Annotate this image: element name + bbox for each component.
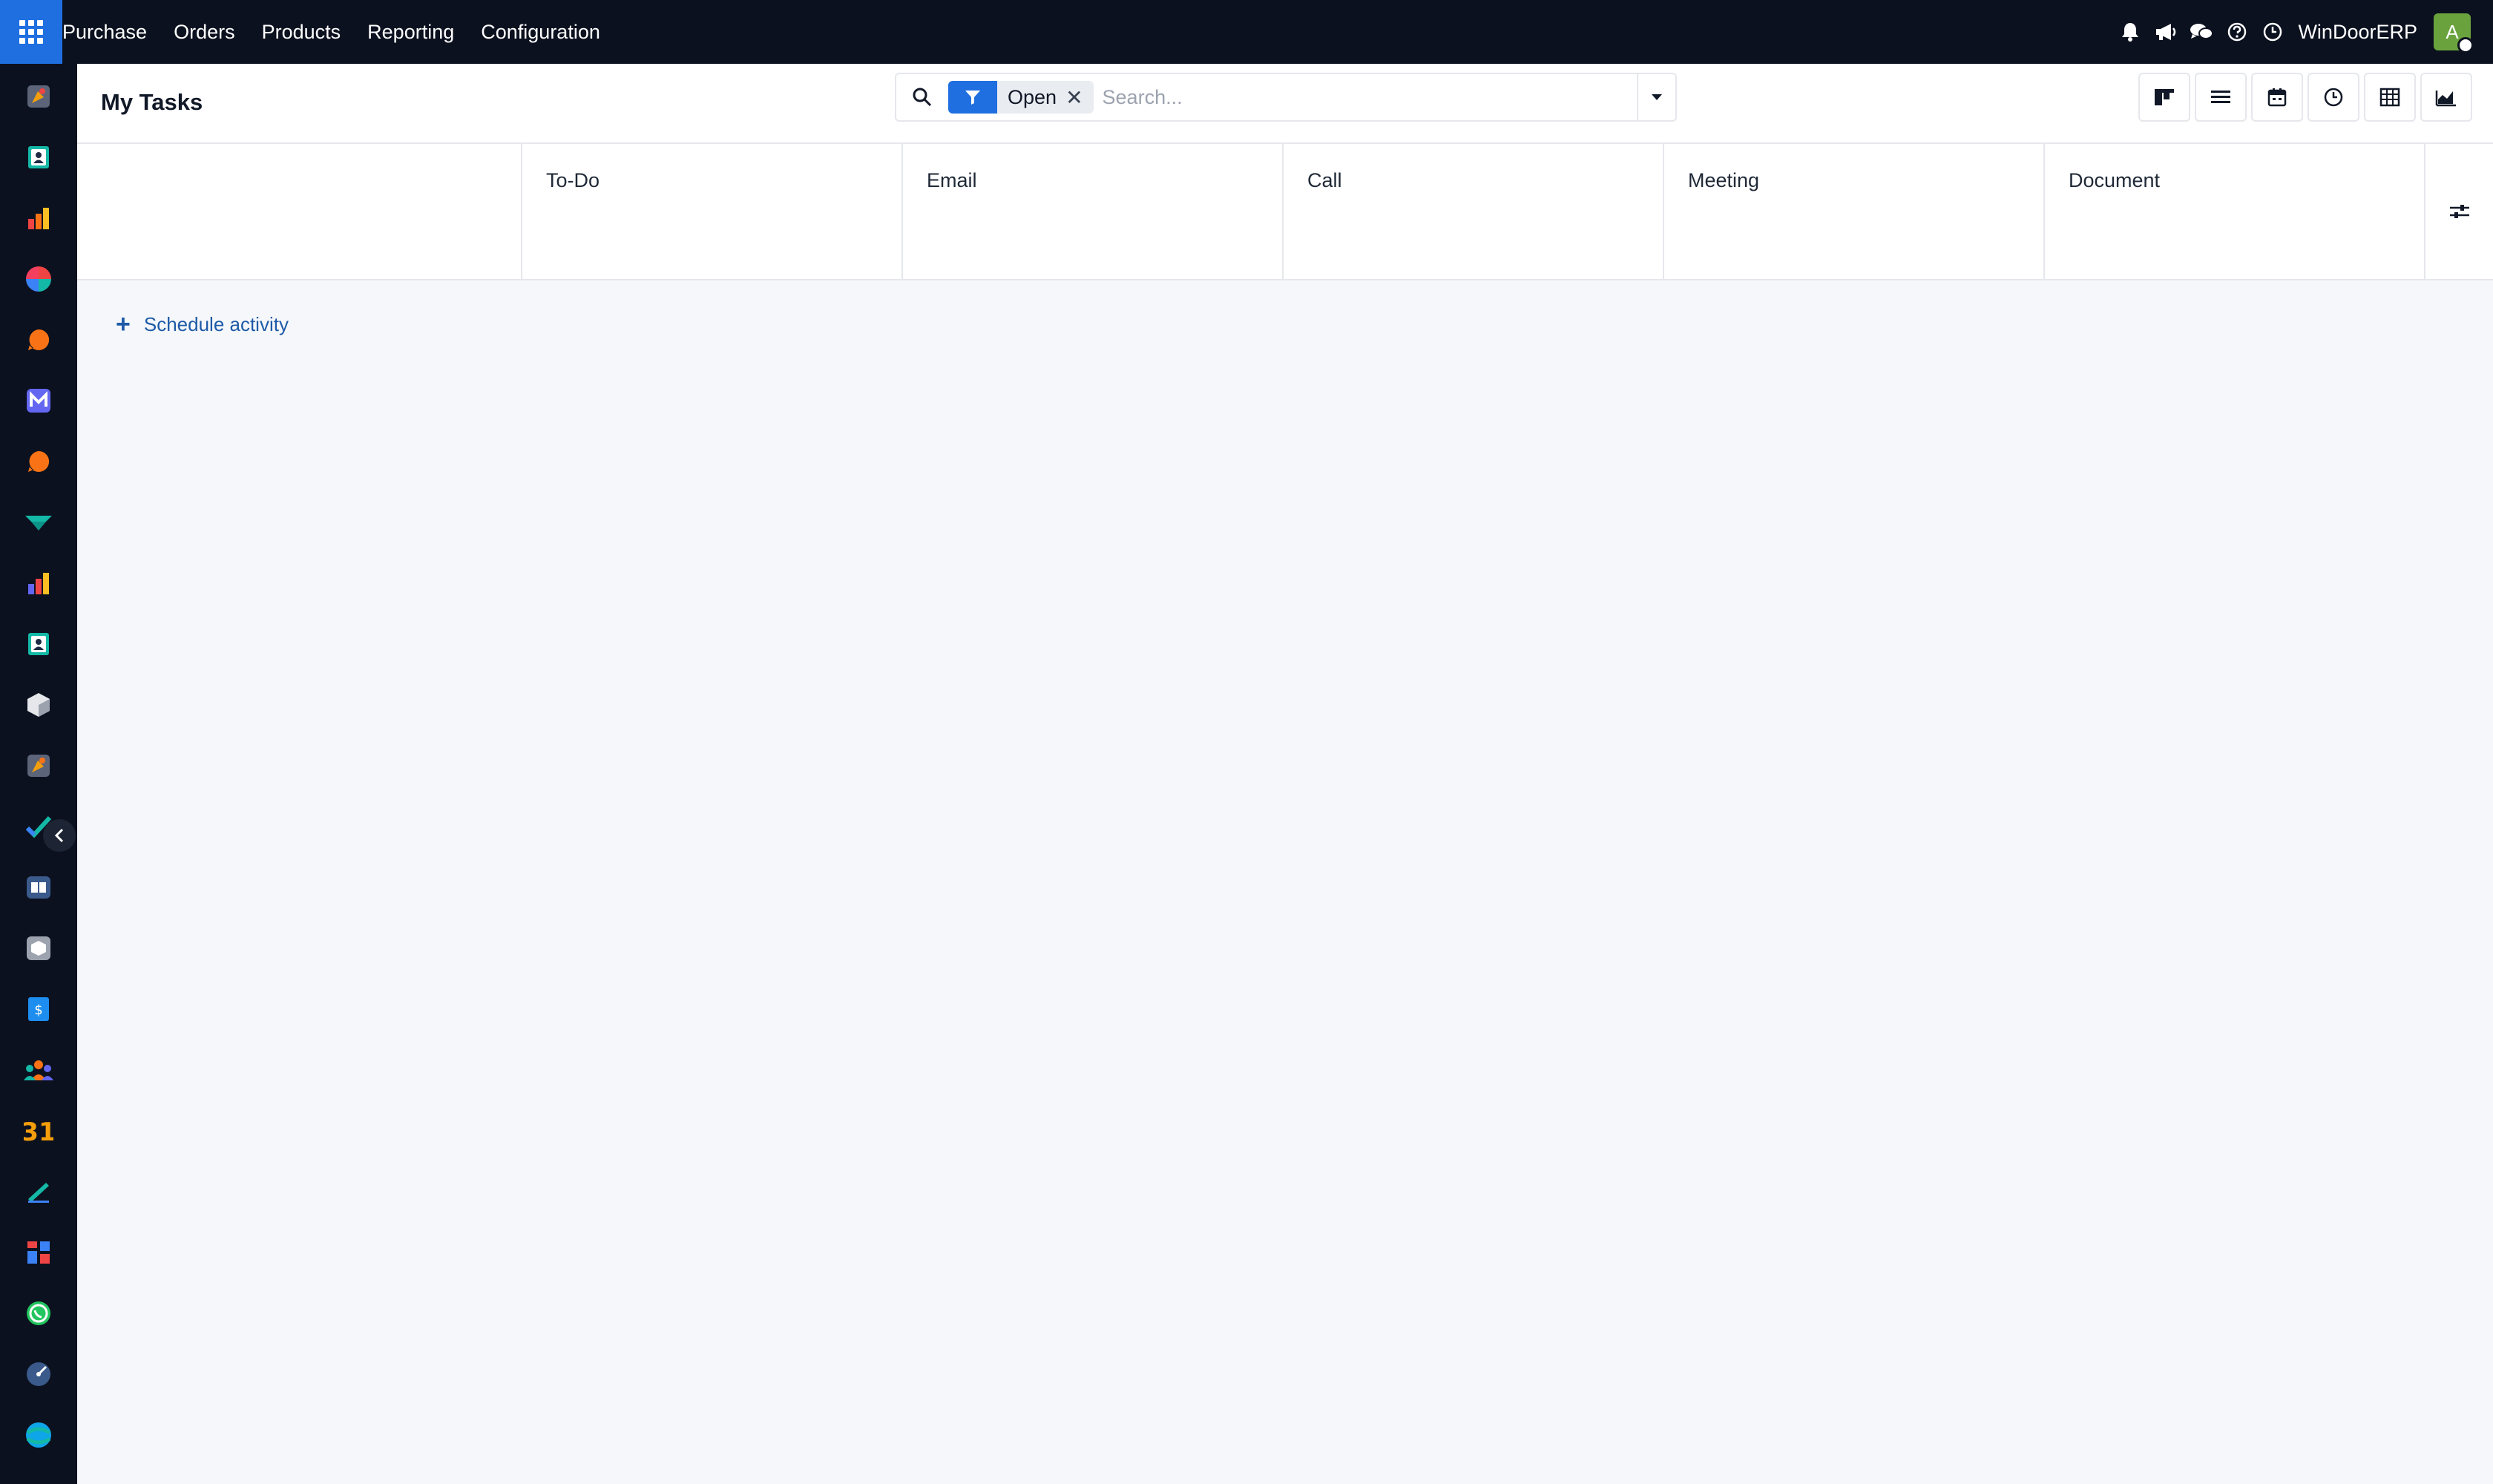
studio-app-icon[interactable] [22,1419,55,1451]
megaphone-icon[interactable] [2148,0,2184,64]
svg-text:$: $ [34,1002,42,1018]
sales-app-icon[interactable] [22,567,55,600]
remove-facet-icon[interactable]: ✕ [1065,81,1093,114]
status-dot [2457,37,2474,53]
menu-purchase[interactable]: Purchase [62,0,160,64]
systray: WinDoorERP A [2112,0,2493,64]
schedule-activity-label: Schedule activity [143,312,289,335]
sliders-icon [2449,205,2469,218]
reporting-app-icon[interactable] [22,202,55,234]
user-avatar[interactable]: A [2434,13,2474,53]
filter-facet: Open ✕ [948,81,1094,114]
calendar-app-icon[interactable]: 31 [22,1114,55,1147]
discuss-app-icon[interactable] [22,324,55,356]
calendar-view-icon[interactable] [2251,73,2303,122]
dashboard-app-icon[interactable] [22,263,55,295]
avatar-initial: A [2446,20,2459,43]
page-title: My Tasks [101,89,203,115]
schedule-activity-link[interactable]: + Schedule activity [116,312,289,337]
caret-down-icon [1652,94,1662,100]
app-sidebar: $ 31 [0,64,77,1484]
top-navbar: Purchase Orders Products Reporting Confi… [0,0,2493,64]
inventory-app-icon[interactable] [22,689,55,721]
column-settings-button[interactable] [2425,144,2493,279]
list-view-icon[interactable] [2195,73,2247,122]
website-app-icon[interactable] [22,1236,55,1269]
time-off-app-icon[interactable] [22,1358,55,1391]
barcode-app-icon[interactable] [22,932,55,965]
kanban-view-icon[interactable] [2138,73,2190,122]
menu-orders[interactable]: Orders [160,0,249,64]
employees-app-icon[interactable] [22,628,55,660]
pivot-view-icon[interactable] [2364,73,2416,122]
plus-icon: + [116,310,131,338]
help-icon[interactable] [2219,0,2255,64]
chevron-left-icon [54,828,64,843]
notes-app-icon[interactable] [22,1175,55,1208]
column-document[interactable]: Document [2045,144,2425,279]
knowledge-app-icon[interactable] [22,871,55,904]
search-bar: Open ✕ [895,73,1677,122]
column-email[interactable]: Email [903,144,1284,279]
chat-icon[interactable] [2184,0,2219,64]
sign-app-icon[interactable] [22,506,55,539]
email-marketing-app-icon[interactable] [22,384,55,417]
menu-reporting[interactable]: Reporting [354,0,467,64]
bell-icon[interactable] [2112,0,2148,64]
view-switcher [2138,73,2472,122]
column-call[interactable]: Call [1284,144,1664,279]
invoicing-app-icon[interactable]: $ [22,993,55,1025]
clock-icon[interactable] [2255,0,2290,64]
collapse-sidebar-button[interactable] [43,819,76,852]
column-todo[interactable]: To-Do [522,144,903,279]
column-meeting[interactable]: Meeting [1664,144,2045,279]
activity-view-icon[interactable] [2308,73,2359,122]
record-column-header [77,144,522,279]
manufacturing-app-icon[interactable] [22,749,55,782]
search-icon[interactable] [896,87,948,108]
graph-view-icon[interactable] [2420,73,2472,122]
control-panel: My Tasks Open ✕ [77,64,2493,144]
company-name[interactable]: WinDoorERP [2298,21,2417,44]
main-menu: Purchase Orders Products Reporting Confi… [62,0,614,64]
apps-menu-button[interactable] [0,0,62,64]
purchase-app-icon[interactable] [22,80,55,113]
facet-label: Open [1008,85,1057,108]
svg-text:31: 31 [24,1118,53,1143]
menu-products[interactable]: Products [249,0,355,64]
search-options-toggle[interactable] [1637,74,1675,120]
contacts-app-icon[interactable] [22,141,55,174]
menu-configuration[interactable]: Configuration [467,0,614,64]
activity-grid-header: To-Do Email Call Meeting Document [77,144,2493,280]
search-input[interactable] [1102,74,1637,120]
livechat-app-icon[interactable] [22,445,55,478]
whatsapp-app-icon[interactable] [22,1297,55,1330]
grid-icon [19,20,43,44]
team-app-icon[interactable] [22,1054,55,1086]
filter-icon [948,81,997,114]
